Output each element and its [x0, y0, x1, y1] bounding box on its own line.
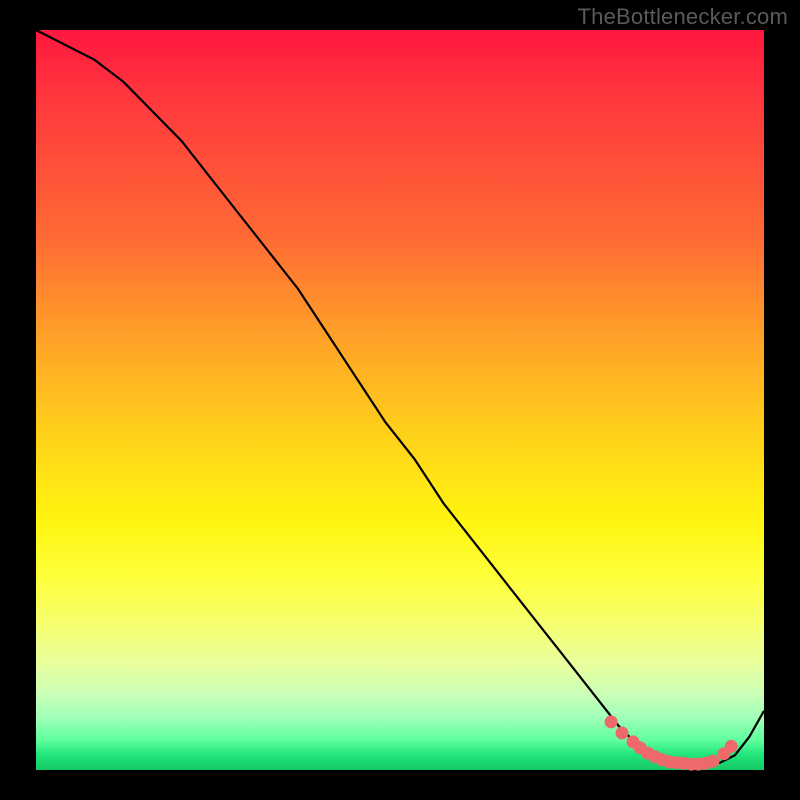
bottleneck-curve [36, 30, 764, 764]
highlight-markers [605, 715, 738, 770]
marker-dot [725, 740, 738, 753]
watermark-text: TheBottlenecker.com [578, 4, 788, 30]
marker-dot [605, 715, 618, 728]
chart-svg-overlay [0, 0, 800, 800]
marker-dot [616, 727, 629, 740]
chart-frame: TheBottlenecker.com [0, 0, 800, 800]
curve-path [36, 30, 764, 764]
marker-dot [707, 755, 720, 768]
